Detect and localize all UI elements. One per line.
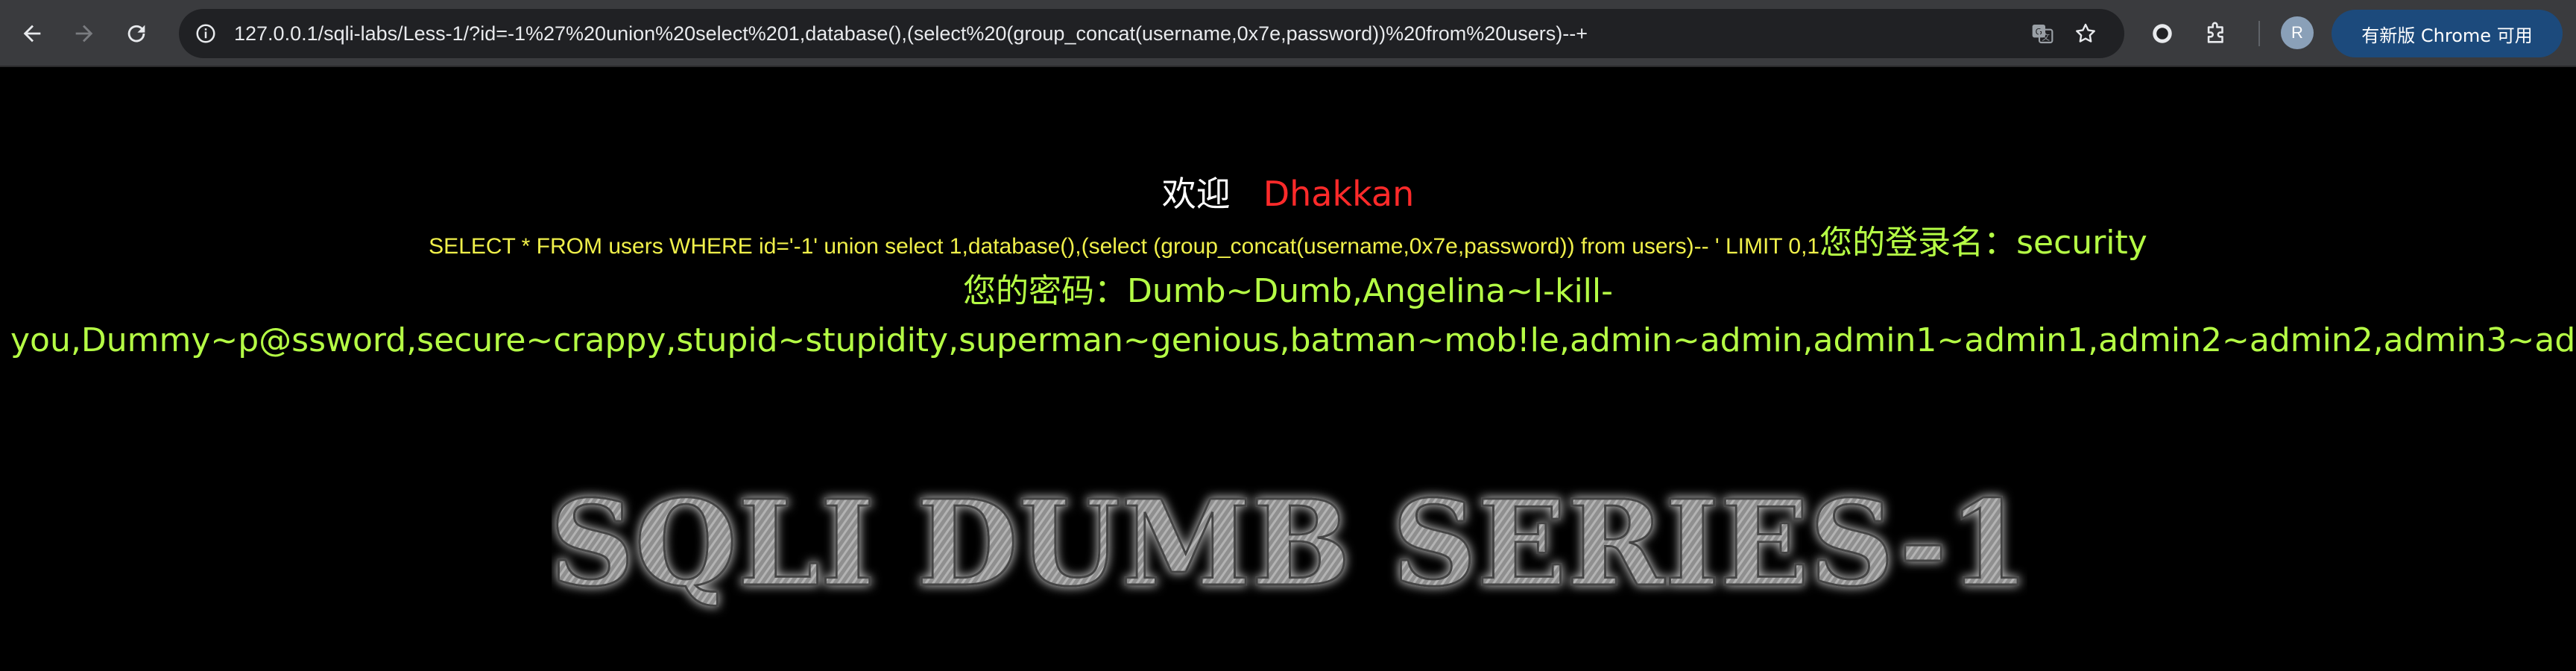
forward-arrow-icon: [75, 25, 93, 42]
record-extension-icon: [2153, 24, 2172, 43]
browser-toolbar: 127.0.0.1/sqli-labs/Less-1/?id=-1%27%20u…: [0, 0, 2576, 67]
banner-title: SQLI DUMB SERIES-1: [552, 475, 2027, 613]
sqli-dumb-series-banner: SQLI DUMB SERIES-1: [552, 474, 2027, 614]
welcome-label: 欢迎: [1161, 174, 1231, 214]
welcome-line: 欢迎 Dhakkan: [0, 173, 2576, 215]
extensions-button[interactable]: [2200, 18, 2232, 49]
forward-button[interactable]: [67, 16, 101, 51]
back-button[interactable]: [15, 16, 49, 51]
reload-button[interactable]: [119, 16, 154, 51]
sql-query-text: SELECT * FROM users WHERE id='-1' union …: [429, 234, 1820, 259]
puzzle-icon: [2207, 22, 2223, 43]
star-icon: [2076, 23, 2095, 42]
reload-icon: [127, 25, 145, 42]
password-label: 您的密码：: [962, 272, 1127, 310]
translate-icon: G 文: [2032, 25, 2053, 44]
address-bar[interactable]: 127.0.0.1/sqli-labs/Less-1/?id=-1%27%20u…: [179, 9, 2124, 58]
back-arrow-icon: [23, 25, 41, 42]
password-value-part1: Dumb~Dumb,Angelina~I-kill-: [1126, 272, 1613, 310]
login-name-label: 您的登录名：: [1819, 224, 2017, 262]
url-text[interactable]: 127.0.0.1/sqli-labs/Less-1/?id=-1%27%20u…: [234, 9, 1588, 58]
bookmark-button[interactable]: [2071, 19, 2100, 48]
welcome-username: Dhakkan: [1263, 174, 1415, 214]
page-content: 欢迎 Dhakkan SELECT * FROM users WHERE id='…: [0, 69, 2576, 671]
svg-text:文: 文: [2042, 33, 2050, 42]
password-line: 您的密码：Dumb~Dumb,Angelina~I-kill-: [0, 268, 2576, 315]
query-result-line: SELECT * FROM users WHERE id='-1' union …: [0, 221, 2576, 272]
record-extension-button[interactable]: [2147, 18, 2178, 49]
site-info-button[interactable]: [189, 17, 222, 50]
site-info-icon: [196, 24, 215, 43]
toolbar-divider: [2258, 21, 2260, 46]
login-name-value: security: [2016, 224, 2147, 262]
profile-avatar[interactable]: R: [2281, 16, 2314, 49]
password-value-part2: you,Dummy~p@ssword,secure~crappy,stupid~…: [10, 321, 2576, 359]
chrome-update-button[interactable]: 有新版 Chrome 可用: [2332, 10, 2563, 57]
password-line-continued: you,Dummy~p@ssword,secure~crappy,stupid~…: [10, 318, 2576, 364]
translate-button[interactable]: G 文: [2027, 19, 2057, 48]
